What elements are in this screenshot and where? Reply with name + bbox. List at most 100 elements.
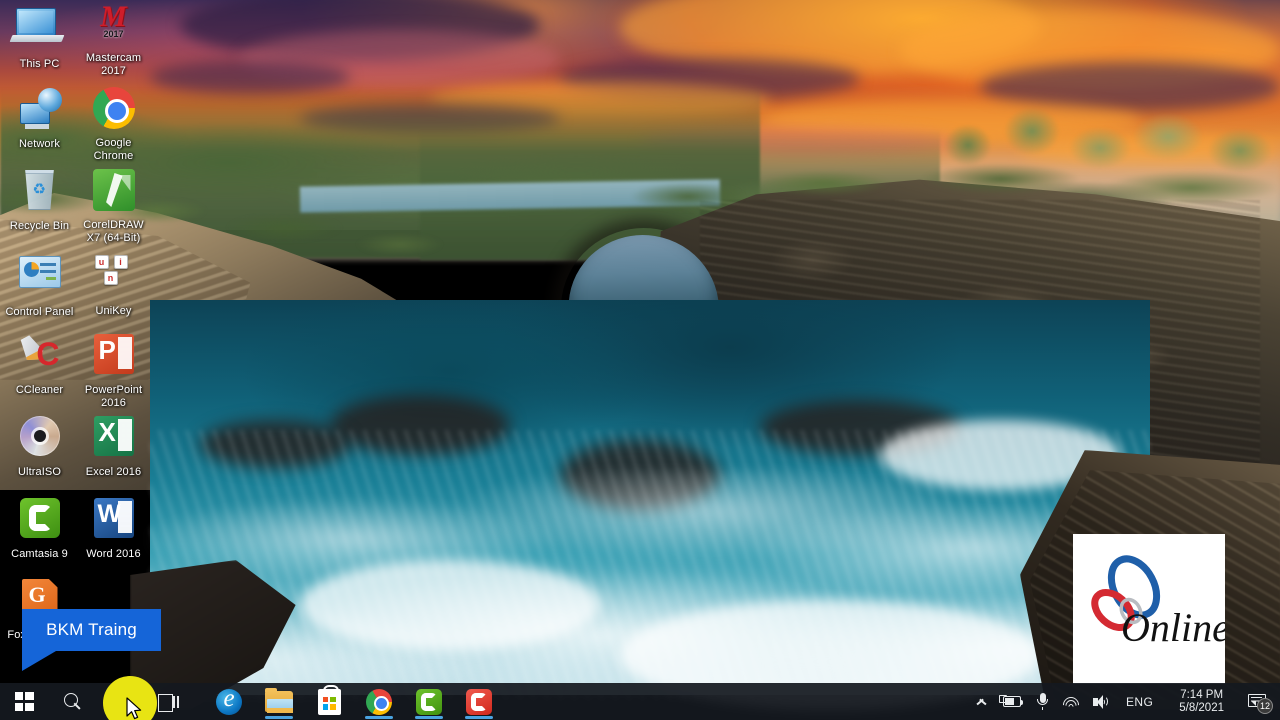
action-center-button[interactable]: 12 [1241, 683, 1280, 720]
running-indicator [415, 716, 443, 719]
task-view-button[interactable] [144, 683, 192, 720]
cortana-button[interactable] [96, 683, 144, 720]
icon-label: Recycle Bin [9, 220, 70, 232]
microphone-icon [1037, 693, 1049, 710]
icon-label: Network [18, 138, 61, 150]
notification-icon: 12 [1248, 694, 1273, 714]
excel-mark: X [98, 417, 116, 447]
taskbar-app-chrome[interactable] [354, 683, 404, 720]
icon-label: Excel 2016 [85, 466, 142, 478]
desktop-icon-recycle-bin[interactable]: ♻ Recycle Bin [2, 166, 77, 233]
unikey-key: n [103, 271, 118, 285]
desktop-icon-ccleaner[interactable]: C CCleaner [2, 330, 77, 397]
chrome-icon [366, 688, 392, 715]
unikey-key: i [113, 255, 128, 269]
taskbar-app-edge[interactable] [204, 683, 254, 720]
powerpoint-mark: P [98, 335, 116, 365]
speaker-icon [1093, 694, 1110, 709]
chrome-icon [90, 87, 138, 135]
ccleaner-mark: C [36, 336, 60, 372]
icon-label: Word 2016 [86, 548, 141, 560]
volume-status-button[interactable] [1086, 683, 1117, 720]
word-icon: W [90, 498, 138, 546]
mastercam-year: 2017 [103, 29, 124, 39]
icon-label: PowerPoint 2016 [84, 384, 143, 409]
sea-foam [300, 560, 600, 650]
taskbar-app-camtasia-studio[interactable] [404, 683, 454, 720]
system-tray: ENG 7:14 PM 5/8/2021 12 [969, 683, 1280, 720]
battery-charging-icon [999, 694, 1024, 708]
desktop-icon-coreldraw-x7[interactable]: CorelDRAW X7 (64-Bit) [76, 166, 151, 244]
search-icon [63, 693, 81, 710]
desktop-icon-powerpoint-2016[interactable]: P PowerPoint 2016 [76, 330, 151, 409]
callout-text: BKM Traing [46, 620, 137, 639]
taskbar: ENG 7:14 PM 5/8/2021 12 [0, 683, 1280, 720]
desktop-icon-camtasia-9[interactable]: Camtasia 9 [2, 494, 77, 561]
right-cliff-vegetation [620, 146, 1280, 256]
online-logo-svg: Online [1091, 555, 1225, 650]
notification-count-badge: 12 [1257, 698, 1273, 714]
camtasia-recorder-icon [466, 688, 492, 715]
mastercam-icon: M 2017 [90, 2, 138, 50]
ccleaner-icon: C [16, 334, 64, 382]
running-indicator [465, 716, 493, 719]
word-mark: W [97, 500, 122, 528]
online-watermark-logo: Online [1073, 534, 1225, 684]
start-button[interactable] [0, 683, 48, 720]
desktop-icon-google-chrome[interactable]: Google Chrome [76, 84, 151, 162]
taskbar-app-camtasia-recorder[interactable] [454, 683, 504, 720]
clock-date: 5/8/2021 [1179, 701, 1224, 714]
cortana-circle-icon [111, 693, 129, 710]
icon-label: Control Panel [5, 306, 74, 318]
desktop-icon-grid: This PC M 2017 Mastercam 2017 Network Go… [0, 0, 160, 690]
excel-icon: X [90, 416, 138, 464]
icon-label: This PC [19, 58, 60, 70]
icon-label: Google Chrome [93, 137, 134, 162]
running-indicator [365, 716, 393, 719]
icon-label: UltraISO [18, 466, 61, 478]
taskbar-app-file-explorer[interactable] [254, 683, 304, 720]
mastercam-mark: M [100, 0, 127, 33]
online-wordmark: Online [1121, 605, 1225, 650]
unikey-icon: u i n [90, 255, 138, 303]
search-button[interactable] [48, 683, 96, 720]
desktop-icon-unikey[interactable]: u i n UniKey [76, 248, 151, 318]
camtasia-icon [16, 498, 64, 546]
microphone-status-button[interactable] [1030, 683, 1055, 720]
desktop-icon-excel-2016[interactable]: X Excel 2016 [76, 412, 151, 479]
desktop-icon-control-panel[interactable]: Control Panel [2, 248, 77, 319]
unikey-key: u [94, 255, 109, 269]
icon-label: Camtasia 9 [11, 548, 68, 560]
windows-logo-icon [14, 692, 34, 711]
desktop-icon-word-2016[interactable]: W Word 2016 [76, 494, 151, 561]
coreldraw-icon [90, 169, 138, 217]
chevron-up-icon [976, 698, 987, 705]
camtasia-icon [416, 688, 442, 715]
icon-label: CCleaner [15, 384, 64, 396]
network-status-button[interactable] [1055, 683, 1086, 720]
desktop-icon-this-pc[interactable]: This PC [2, 2, 77, 71]
icon-label: Mastercam 2017 [85, 52, 142, 77]
wifi-icon [1059, 693, 1082, 717]
battery-status-button[interactable] [994, 683, 1030, 720]
desktop-screen: This PC M 2017 Mastercam 2017 Network Go… [0, 0, 1280, 720]
file-explorer-icon [265, 687, 293, 713]
computer-icon [15, 8, 64, 56]
bkm-training-callout: BKM Traing [22, 609, 161, 651]
powerpoint-icon: P [90, 334, 138, 382]
language-indicator[interactable]: ENG [1117, 683, 1162, 720]
taskbar-app-microsoft-store[interactable] [304, 683, 354, 720]
edge-icon [216, 685, 242, 715]
desktop-icon-ultraiso[interactable]: UltraISO [2, 412, 77, 479]
clock-time: 7:14 PM [1180, 688, 1224, 701]
foxit-mark: G [28, 582, 46, 607]
icon-label: UniKey [95, 305, 132, 317]
clock-area[interactable]: 7:14 PM 5/8/2021 [1162, 683, 1241, 720]
show-hidden-icons-button[interactable] [969, 683, 994, 720]
desktop-icon-network[interactable]: Network [2, 84, 77, 151]
desktop-icon-mastercam-2017[interactable]: M 2017 Mastercam 2017 [76, 0, 151, 77]
ultraiso-icon [16, 416, 64, 464]
microsoft-store-icon [317, 684, 341, 715]
recycle-bin-icon: ♻ [16, 170, 64, 218]
running-indicator [265, 716, 293, 719]
